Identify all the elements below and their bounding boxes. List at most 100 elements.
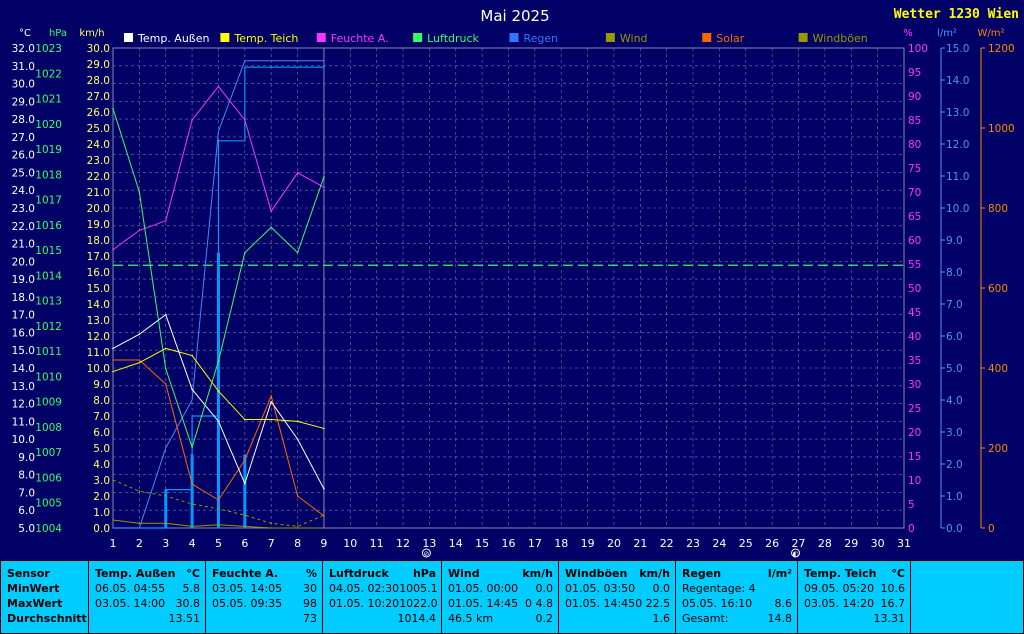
stats-row: 73	[212, 612, 317, 627]
x-tick-label: 20	[607, 537, 621, 550]
x-tick-label: 21	[633, 537, 647, 550]
stats-time: 05.05. 16:10	[682, 597, 753, 610]
legend-swatch	[798, 33, 808, 42]
data-point	[164, 383, 167, 385]
data-point	[217, 390, 220, 392]
legend-swatch	[413, 33, 423, 42]
axis-tick-label: 28.0	[87, 75, 110, 87]
data-point	[138, 361, 141, 364]
data-point	[217, 420, 220, 423]
stats-time: 05.05. 09:35	[212, 597, 283, 610]
data-point	[270, 527, 273, 529]
axis-tick-label: 18.0	[12, 292, 35, 304]
legend-label: Temp. Teich	[233, 32, 298, 45]
stats-time: 01.05. 03:50	[565, 582, 636, 595]
data-point	[217, 360, 220, 363]
data-point	[244, 514, 246, 516]
axis-tick-label: 22.0	[87, 171, 110, 183]
axis-tick-label: 13.0	[12, 381, 35, 393]
x-tick-label: 3	[162, 537, 169, 550]
data-point	[138, 229, 141, 232]
legend-swatch	[509, 33, 519, 42]
axis-tick-label: 10.0	[946, 203, 969, 215]
data-point	[217, 508, 220, 510]
data-point	[138, 490, 141, 493]
stats-value: 1.6	[652, 612, 671, 625]
data-point	[244, 525, 246, 528]
x-tick-label: 31	[897, 537, 911, 550]
stats-value: 13.31	[873, 612, 906, 625]
axis-tick-label: 400	[988, 363, 1008, 375]
data-point	[323, 186, 325, 188]
axis-tick-label: 12.0	[87, 331, 110, 343]
axis-tick-label: 15	[908, 451, 921, 463]
stats-row-label: Durchschnitt	[7, 612, 87, 627]
stats-row: 01.05. 03:50 0.0	[565, 582, 670, 597]
data-point	[296, 495, 299, 497]
stats-sensor-name: Feuchte A.	[212, 567, 279, 580]
stats-header: Windböen km/h	[565, 567, 670, 582]
stats-row: 03.05. 14:20 16.7	[804, 597, 905, 612]
axis-tick-label: 1015	[35, 245, 62, 257]
axis-tick-label: 11.0	[87, 347, 110, 359]
legend-label: Wind	[620, 32, 648, 45]
stats-time: 03.05. 14:05	[212, 582, 283, 595]
data-point	[191, 503, 193, 505]
data-point	[191, 388, 193, 391]
stats-header: Luftdruck hPa	[329, 567, 436, 582]
stats-row: 05.05. 09:35 98	[212, 597, 317, 612]
x-tick-label: 2	[136, 537, 143, 550]
axis-tick-label: 1.0	[946, 491, 963, 503]
axis-tick-label: 24.0	[12, 185, 35, 197]
stats-sensor-name: Luftdruck	[329, 567, 389, 580]
axis-tick-label: 1017	[35, 195, 62, 207]
stats-cell: Windböen km/h 01.05. 03:50 0.0 01.05. 14:45 0…	[559, 561, 675, 633]
axis-tick-label: 19.0	[87, 219, 110, 231]
stats-unit: %	[305, 567, 317, 580]
axis-unit-label: W/m²	[977, 28, 1004, 39]
stats-sensor-name: Temp. Teich	[804, 567, 877, 580]
axis-unit-label: °C	[19, 28, 31, 39]
axis-tick-label: 5.0	[18, 523, 35, 535]
data-point	[296, 172, 299, 174]
axis-tick-label: 19.0	[12, 274, 35, 286]
x-tick-label: 15	[475, 537, 489, 550]
axis-tick-label: 800	[988, 203, 1008, 215]
stats-unit: l/m²	[767, 567, 792, 580]
axis-tick-label: 23.0	[12, 203, 35, 215]
data-point	[270, 210, 273, 212]
axis-tick-label: 85	[908, 115, 921, 127]
legend-swatch	[220, 33, 230, 42]
data-point	[112, 479, 114, 481]
axis-tick-label: 7.0	[93, 411, 110, 423]
data-point	[164, 220, 167, 222]
axis-tick-label: 20.0	[12, 256, 35, 268]
data-point	[164, 522, 167, 524]
data-point	[296, 420, 299, 423]
stats-row: 09.05. 05:20 10.6	[804, 582, 905, 597]
chart-title: Mai 2025	[480, 7, 549, 25]
stats-row: 03.05. 14:05 30	[212, 582, 317, 597]
axis-tick-label: 32.0	[12, 43, 35, 55]
data-point	[244, 119, 246, 121]
stats-row-label-text: Sensor	[7, 567, 50, 580]
axis-unit-label: %	[903, 28, 913, 39]
axis-tick-label: 1022	[35, 68, 62, 80]
data-point	[164, 347, 167, 350]
stats-row: Gesamt: 14.8	[682, 612, 792, 627]
stats-row: 01.05. 10:20 1022.0	[329, 597, 438, 612]
axis-tick-label: 16.0	[12, 327, 35, 339]
axis-tick-label: 1009	[35, 397, 62, 409]
axis-tick-label: 95	[908, 67, 921, 79]
x-tick-label: 19	[581, 537, 595, 550]
stats-unit: hPa	[412, 567, 436, 580]
stats-sensor-name: Windböen	[565, 567, 628, 580]
axis-tick-label: 9.0	[18, 452, 35, 464]
stats-row: 04.05. 02:30 1005.1	[329, 582, 438, 597]
axis-tick-label: 27.0	[87, 91, 110, 103]
data-point	[138, 333, 141, 336]
axis-tick-label: 11.0	[12, 416, 35, 428]
x-tick-label: 6	[241, 537, 248, 550]
stats-row: 1014.4	[329, 612, 437, 627]
axis-tick-label: 21.0	[12, 239, 35, 251]
